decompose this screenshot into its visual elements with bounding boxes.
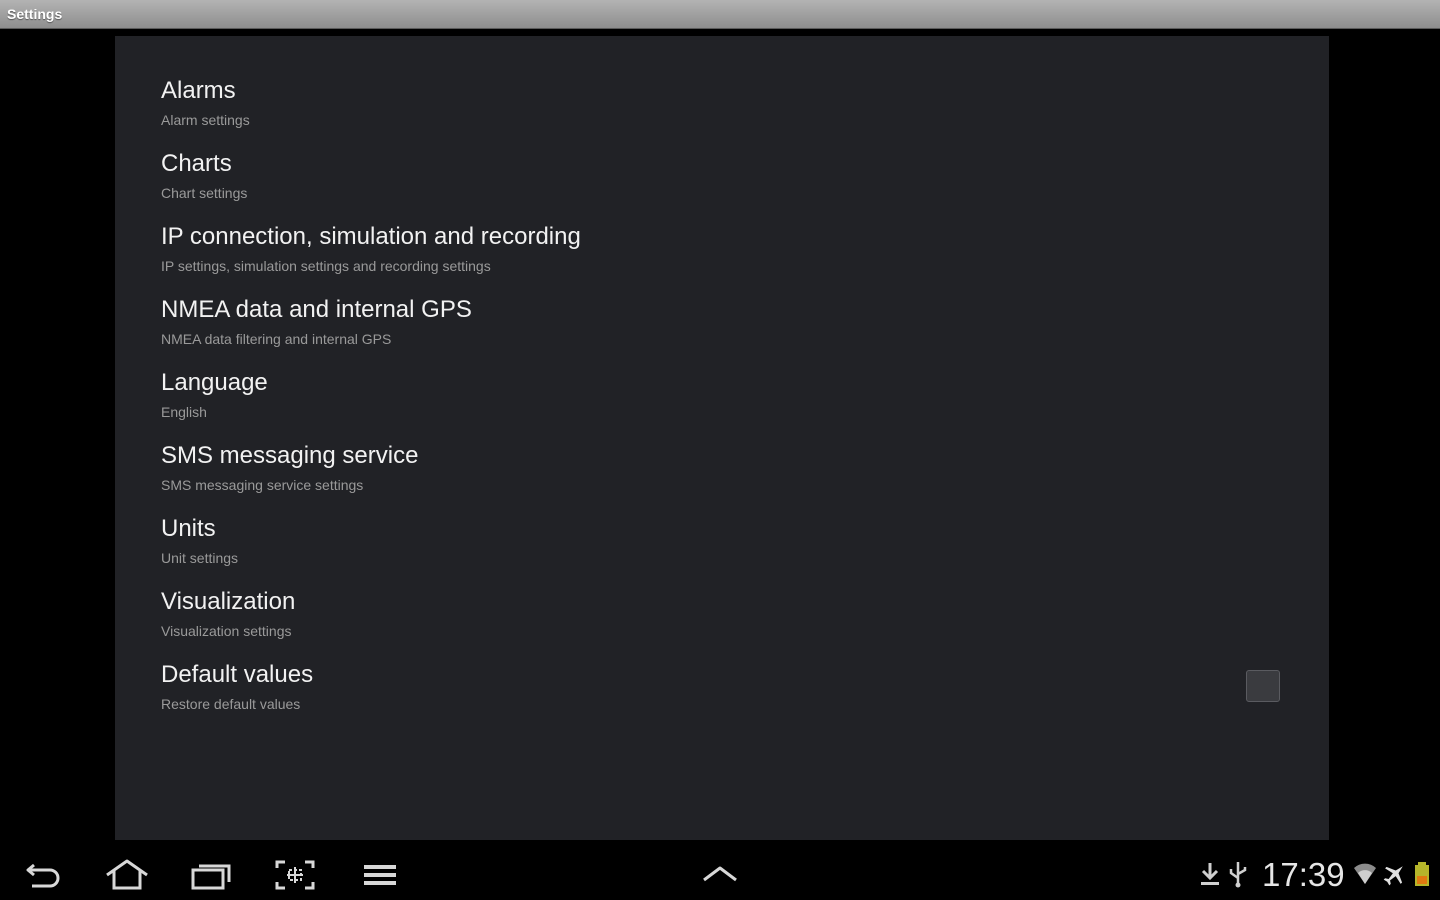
setting-item-visualization[interactable]: Visualization Visualization settings bbox=[161, 588, 1281, 654]
wifi-icon bbox=[1352, 860, 1378, 893]
setting-title: SMS messaging service bbox=[161, 442, 419, 469]
setting-item-default-values[interactable]: Default values Restore default values bbox=[161, 661, 1281, 727]
default-values-checkbox[interactable] bbox=[1246, 670, 1280, 702]
setting-item-ip-connection[interactable]: IP connection, simulation and recording … bbox=[161, 223, 1281, 289]
setting-summary: Unit settings bbox=[161, 550, 239, 566]
setting-item-sms[interactable]: SMS messaging service SMS messaging serv… bbox=[161, 442, 1281, 508]
airplane-mode-icon bbox=[1382, 860, 1408, 893]
setting-summary: IP settings, simulation settings and rec… bbox=[161, 258, 491, 274]
download-icon bbox=[1198, 860, 1222, 893]
setting-title: Charts bbox=[161, 150, 232, 177]
setting-summary: Visualization settings bbox=[161, 623, 292, 639]
system-navigation-bar: 17:39 bbox=[0, 848, 1440, 900]
window-title: Settings bbox=[7, 6, 63, 22]
setting-summary: SMS messaging service settings bbox=[161, 477, 364, 493]
setting-title: Visualization bbox=[161, 588, 296, 615]
setting-item-charts[interactable]: Charts Chart settings bbox=[161, 150, 1281, 216]
setting-summary: Restore default values bbox=[161, 696, 301, 712]
setting-item-alarms[interactable]: Alarms Alarm settings bbox=[161, 77, 1281, 143]
setting-item-language[interactable]: Language English bbox=[161, 369, 1281, 435]
setting-item-nmea-gps[interactable]: NMEA data and internal GPS NMEA data fil… bbox=[161, 296, 1281, 362]
setting-summary: NMEA data filtering and internal GPS bbox=[161, 331, 392, 347]
setting-summary: Chart settings bbox=[161, 185, 248, 201]
setting-title: NMEA data and internal GPS bbox=[161, 296, 472, 323]
setting-title: Alarms bbox=[161, 77, 236, 104]
setting-title: Default values bbox=[161, 661, 314, 688]
usb-icon bbox=[1226, 860, 1250, 893]
setting-title: Language bbox=[161, 369, 268, 396]
clock: 17:39 bbox=[1262, 856, 1345, 893]
setting-title: IP connection, simulation and recording bbox=[161, 223, 581, 250]
back-icon[interactable] bbox=[22, 858, 66, 892]
title-bar: Settings bbox=[0, 0, 1440, 29]
screenshot-icon[interactable] bbox=[273, 858, 317, 892]
home-icon[interactable] bbox=[105, 858, 149, 892]
setting-item-units[interactable]: Units Unit settings bbox=[161, 515, 1281, 581]
recent-apps-icon[interactable] bbox=[189, 858, 233, 892]
menu-icon[interactable] bbox=[358, 858, 402, 892]
settings-list: Alarms Alarm settings Charts Chart setti… bbox=[115, 36, 1329, 840]
chevron-up-icon[interactable] bbox=[698, 858, 742, 892]
setting-title: Units bbox=[161, 515, 216, 542]
setting-summary: English bbox=[161, 404, 207, 420]
battery-icon bbox=[1412, 860, 1432, 893]
setting-summary: Alarm settings bbox=[161, 112, 250, 128]
